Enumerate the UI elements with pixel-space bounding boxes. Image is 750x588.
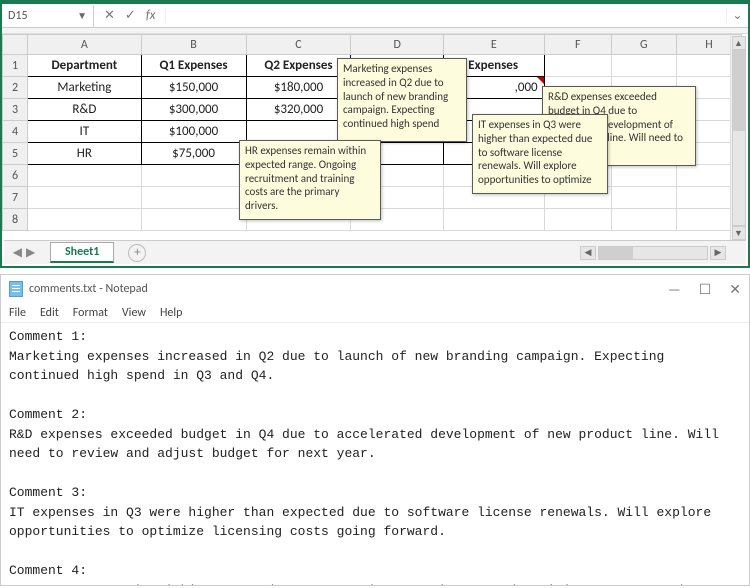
row-header[interactable]: 7 <box>3 187 28 209</box>
menu-item-format[interactable]: Format <box>73 306 108 320</box>
menu-item-view[interactable]: View <box>122 306 146 320</box>
grid-area: A B C D E F G H 1 Department Q1 Expenses… <box>2 34 748 240</box>
cell[interactable] <box>28 165 141 187</box>
cell[interactable] <box>28 209 141 231</box>
cell[interactable] <box>141 187 246 209</box>
close-icon[interactable]: ✕ <box>729 281 741 298</box>
formula-bar: D15 ▼ ✕ ✓ fx ⌄ <box>2 4 748 28</box>
row-header[interactable]: 6 <box>3 165 28 187</box>
cell[interactable]: $75,000 <box>141 143 246 165</box>
comment-callout[interactable]: Marketing expenses increased in Q2 due t… <box>337 58 467 142</box>
cell[interactable]: $320,000 <box>246 99 351 121</box>
new-sheet-button[interactable]: + <box>128 244 146 262</box>
col-header[interactable]: A <box>28 35 141 55</box>
cell-text: $180,000 <box>274 80 323 95</box>
cell[interactable] <box>611 165 676 187</box>
tab-nav-arrows[interactable]: ◀▶ <box>4 245 44 260</box>
cell[interactable]: $300,000 <box>141 99 246 121</box>
cell[interactable] <box>141 209 246 231</box>
sheet-tab[interactable]: Sheet1 <box>50 242 114 263</box>
col-header[interactable]: C <box>246 35 351 55</box>
menu-item-file[interactable]: File <box>9 306 26 320</box>
notepad-icon <box>9 281 23 297</box>
cell[interactable]: HR <box>28 143 141 165</box>
row-header[interactable]: 1 <box>3 55 28 77</box>
cell[interactable]: Department <box>28 55 141 77</box>
scroll-up-icon[interactable]: ▲ <box>732 36 746 50</box>
notepad-text-area[interactable]: Comment 1: Marketing expenses increased … <box>1 323 749 585</box>
cell[interactable] <box>443 209 544 231</box>
notepad-title: comments.txt - Notepad <box>29 282 148 296</box>
cell[interactable] <box>611 209 676 231</box>
cell[interactable]: $150,000 <box>141 77 246 99</box>
cell[interactable]: $180,000 <box>246 77 351 99</box>
scroll-track[interactable] <box>732 50 746 226</box>
col-header[interactable]: F <box>544 35 611 55</box>
comment-callout[interactable]: IT expenses in Q3 were higher than expec… <box>472 114 608 194</box>
cell[interactable]: R&D <box>28 99 141 121</box>
scroll-down-icon[interactable]: ▼ <box>732 226 746 240</box>
cell[interactable]: $100,000 <box>141 121 246 143</box>
chevron-down-icon[interactable]: ▼ <box>77 9 87 22</box>
cell[interactable] <box>141 165 246 187</box>
cell[interactable] <box>28 187 141 209</box>
cell[interactable]: Marketing <box>28 77 141 99</box>
cell[interactable]: Q2 Expenses <box>246 55 351 77</box>
maximize-icon[interactable]: ☐ <box>699 281 712 298</box>
sheet-tab-bar: ◀▶ Sheet1 + ◀ ▶ <box>4 240 746 264</box>
excel-window: D15 ▼ ✕ ✓ fx ⌄ A B C D E F G H <box>0 0 750 268</box>
column-header-row: A B C D E F G H <box>3 35 742 55</box>
col-header[interactable]: D <box>351 35 443 55</box>
col-header[interactable]: B <box>141 35 246 55</box>
cell-text: $75,000 <box>172 146 215 161</box>
col-header[interactable]: G <box>611 35 676 55</box>
comment-indicator-icon[interactable] <box>537 77 544 84</box>
formula-input[interactable] <box>166 5 726 27</box>
chevron-right-icon[interactable]: ▶ <box>26 245 35 260</box>
scroll-thumb[interactable] <box>733 51 745 131</box>
menu-item-help[interactable]: Help <box>160 306 183 320</box>
comment-callout[interactable]: HR expenses remain within expected range… <box>239 140 381 220</box>
cell[interactable] <box>544 55 611 77</box>
cell[interactable] <box>544 209 611 231</box>
cell-text: ,000 <box>515 80 538 95</box>
vertical-scrollbar[interactable]: ▲ ▼ <box>730 36 746 240</box>
scroll-left-icon[interactable]: ◀ <box>580 246 596 260</box>
notepad-menu: File Edit Format View Help <box>1 303 749 323</box>
menu-item-edit[interactable]: Edit <box>40 306 59 320</box>
fx-icon[interactable]: fx <box>146 8 156 23</box>
horizontal-scrollbar[interactable]: ◀ ▶ <box>580 246 746 260</box>
notepad-titlebar[interactable]: comments.txt - Notepad — ☐ ✕ <box>1 275 749 303</box>
comment-text: HR expenses remain within expected range… <box>245 144 366 212</box>
name-box[interactable]: D15 ▼ <box>2 5 94 27</box>
scroll-track[interactable] <box>598 246 708 260</box>
cell[interactable] <box>611 55 676 77</box>
formula-bar-icons: ✕ ✓ fx <box>94 8 166 23</box>
minimize-icon[interactable]: — <box>668 281 681 298</box>
chevron-left-icon[interactable]: ◀ <box>13 245 22 260</box>
name-box-value: D15 <box>8 9 28 23</box>
row-header[interactable]: 3 <box>3 99 28 121</box>
col-header[interactable]: E <box>443 35 544 55</box>
comment-text: Marketing expenses increased in Q2 due t… <box>343 62 448 130</box>
cell[interactable]: IT <box>28 121 141 143</box>
notepad-window: comments.txt - Notepad — ☐ ✕ File Edit F… <box>0 274 750 586</box>
cell[interactable]: Q1 Expenses <box>141 55 246 77</box>
row-header[interactable]: 4 <box>3 121 28 143</box>
comment-text: IT expenses in Q3 were higher than expec… <box>478 118 592 186</box>
scroll-right-icon[interactable]: ▶ <box>710 246 726 260</box>
row-header[interactable]: 2 <box>3 77 28 99</box>
select-all-corner[interactable] <box>3 35 28 55</box>
expand-formula-bar-icon[interactable]: ⌄ <box>726 8 748 23</box>
cell[interactable] <box>611 187 676 209</box>
row-header[interactable]: 8 <box>3 209 28 231</box>
cancel-icon[interactable]: ✕ <box>104 8 115 23</box>
scroll-thumb[interactable] <box>599 247 633 259</box>
row-header[interactable]: 5 <box>3 143 28 165</box>
confirm-icon[interactable]: ✓ <box>125 8 136 23</box>
